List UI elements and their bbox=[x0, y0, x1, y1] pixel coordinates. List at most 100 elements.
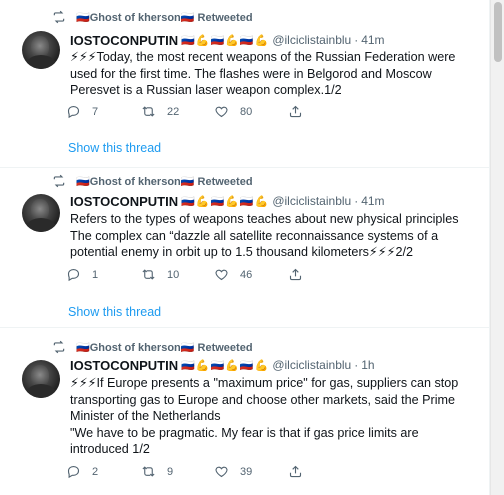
flag-emoji: 🇷🇺 bbox=[181, 359, 195, 372]
flag-emoji: 🇷🇺 bbox=[239, 195, 254, 208]
retweet-count: 9 bbox=[167, 465, 174, 478]
tweet-text-line: "We have to be pragmatic. My fear is tha… bbox=[70, 425, 419, 457]
like-count: 46 bbox=[240, 268, 253, 281]
reply-button[interactable]: 7 bbox=[66, 104, 98, 119]
retweet-icon bbox=[142, 269, 155, 280]
tweet[interactable]: 🇷🇺Ghost of kherson🇷🇺 Retweeted IOSTOCONP… bbox=[0, 168, 490, 328]
share-button[interactable] bbox=[288, 267, 314, 282]
tweet-text-line: Refers to the types of weapons teaches a… bbox=[70, 212, 459, 226]
retweet-count: 10 bbox=[167, 268, 180, 281]
flexed-bicep-emoji: 💪 bbox=[254, 34, 269, 47]
flag-emoji: 🇷🇺 bbox=[210, 195, 225, 208]
retweet-button[interactable]: 22 bbox=[141, 104, 179, 119]
tweet-text-line: ⚡⚡⚡Today, the most recent weapons of the… bbox=[70, 50, 456, 81]
heart-icon bbox=[215, 269, 228, 281]
retweet-context: 🇷🇺Ghost of kherson🇷🇺 Retweeted bbox=[52, 9, 253, 25]
heart-icon bbox=[215, 466, 228, 478]
share-button[interactable] bbox=[288, 104, 314, 119]
retweet-button[interactable]: 10 bbox=[141, 267, 179, 282]
show-this-thread-link[interactable]: Show this thread bbox=[68, 305, 161, 319]
separator-dot: · bbox=[354, 33, 359, 47]
timestamp[interactable]: 1h bbox=[361, 358, 374, 372]
avatar[interactable] bbox=[22, 194, 60, 232]
tweet-text-line: Peresvet is a Russian laser weapon compl… bbox=[70, 83, 342, 97]
flag-emoji: 🇷🇺 bbox=[210, 359, 225, 372]
reply-count: 2 bbox=[92, 465, 99, 478]
tweet-actions: 7 22 80 bbox=[66, 104, 386, 122]
like-button[interactable]: 39 bbox=[214, 464, 252, 479]
author-name[interactable]: IOSTOCONPUTIN bbox=[70, 194, 178, 209]
reply-button[interactable]: 1 bbox=[66, 267, 98, 282]
author-handle[interactable]: @ilciclistainblu bbox=[272, 33, 351, 47]
tweet[interactable]: 🇷🇺Ghost of kherson🇷🇺 Retweeted IOSTOCONP… bbox=[0, 0, 490, 168]
tweet-text: ⚡⚡⚡If Europe presents a "maximum price" … bbox=[70, 375, 478, 458]
reply-button[interactable]: 2 bbox=[66, 464, 98, 479]
flexed-bicep-emoji: 💪 bbox=[195, 359, 210, 372]
flexed-bicep-emoji: 💪 bbox=[225, 195, 239, 208]
show-this-thread-link[interactable]: Show this thread bbox=[68, 141, 161, 155]
heart-icon bbox=[215, 106, 228, 118]
avatar[interactable] bbox=[22, 31, 60, 69]
like-count: 80 bbox=[240, 105, 253, 118]
tweet-text-line: The complex can “dazzle all satellite re… bbox=[70, 228, 439, 260]
flag-emoji: 🇷🇺 bbox=[181, 34, 195, 47]
retweet-icon bbox=[142, 466, 155, 477]
like-button[interactable]: 46 bbox=[214, 267, 252, 282]
separator-dot: · bbox=[354, 194, 359, 208]
share-button[interactable] bbox=[288, 464, 314, 479]
share-icon bbox=[289, 465, 302, 478]
separator-dot: · bbox=[354, 358, 359, 372]
tweet-actions: 2 9 39 bbox=[66, 464, 386, 482]
flag-emoji: 🇷🇺 bbox=[210, 34, 225, 47]
reply-icon bbox=[67, 268, 80, 282]
scrollbar-thumb[interactable] bbox=[494, 2, 502, 62]
tweet-text: ⚡⚡⚡Today, the most recent weapons of the… bbox=[70, 49, 478, 99]
reply-count: 7 bbox=[92, 105, 99, 118]
reply-icon bbox=[67, 105, 80, 119]
retweet-icon bbox=[142, 106, 155, 117]
flexed-bicep-emoji: 💪 bbox=[254, 195, 269, 208]
flexed-bicep-emoji: 💪 bbox=[195, 195, 210, 208]
retweet-button[interactable]: 9 bbox=[141, 464, 173, 479]
flexed-bicep-emoji: 💪 bbox=[225, 34, 239, 47]
flag-emoji: 🇷🇺 bbox=[239, 359, 254, 372]
author-name[interactable]: IOSTOCONPUTIN bbox=[70, 33, 178, 48]
flag-emoji: 🇷🇺 bbox=[76, 341, 90, 354]
retweet-icon bbox=[53, 10, 65, 24]
retweet-icon bbox=[53, 174, 65, 188]
flag-emoji: 🇷🇺 bbox=[239, 34, 254, 47]
author-handle[interactable]: @ilciclistainblu bbox=[272, 194, 351, 208]
like-button[interactable]: 80 bbox=[214, 104, 252, 119]
retweeted-by-text[interactable]: 🇷🇺Ghost of kherson🇷🇺 Retweeted bbox=[76, 11, 253, 24]
flag-emoji: 🇷🇺 bbox=[181, 195, 195, 208]
retweet-context: 🇷🇺Ghost of kherson🇷🇺 Retweeted bbox=[52, 173, 253, 189]
author-name[interactable]: IOSTOCONPUTIN bbox=[70, 358, 178, 373]
reply-icon bbox=[67, 465, 80, 479]
tweet-header: IOSTOCONPUTIN 🇷🇺 💪 🇷🇺 💪 🇷🇺 💪 @ilciclista… bbox=[70, 31, 385, 49]
flexed-bicep-emoji: 💪 bbox=[254, 359, 269, 372]
retweet-context: 🇷🇺Ghost of kherson🇷🇺 Retweeted bbox=[52, 339, 253, 355]
reply-count: 1 bbox=[92, 268, 99, 281]
like-count: 39 bbox=[240, 465, 253, 478]
tweet-text-line: ⚡⚡⚡If Europe presents a "maximum price" … bbox=[70, 376, 459, 423]
tweet-text: Refers to the types of weapons teaches a… bbox=[70, 211, 478, 261]
timestamp[interactable]: 41m bbox=[361, 33, 384, 47]
scrollbar[interactable] bbox=[490, 0, 504, 495]
flag-emoji: 🇷🇺 bbox=[76, 175, 90, 188]
avatar[interactable] bbox=[22, 360, 60, 398]
share-icon bbox=[289, 105, 302, 118]
flexed-bicep-emoji: 💪 bbox=[225, 359, 239, 372]
retweeted-by-text[interactable]: 🇷🇺Ghost of kherson🇷🇺 Retweeted bbox=[76, 175, 253, 188]
tweet-header: IOSTOCONPUTIN 🇷🇺 💪 🇷🇺 💪 🇷🇺 💪 @ilciclista… bbox=[70, 356, 375, 374]
retweet-icon bbox=[53, 340, 65, 354]
tweet[interactable]: 🇷🇺Ghost of kherson🇷🇺 Retweeted IOSTOCONP… bbox=[0, 328, 490, 495]
flag-emoji: 🇷🇺 bbox=[76, 11, 90, 24]
timestamp[interactable]: 41m bbox=[361, 194, 384, 208]
timeline-feed: 🇷🇺Ghost of kherson🇷🇺 Retweeted IOSTOCONP… bbox=[0, 0, 490, 495]
tweet-actions: 1 10 46 bbox=[66, 267, 386, 285]
retweeted-by-text[interactable]: 🇷🇺Ghost of kherson🇷🇺 Retweeted bbox=[76, 341, 253, 354]
flexed-bicep-emoji: 💪 bbox=[195, 34, 210, 47]
share-icon bbox=[289, 268, 302, 281]
author-handle[interactable]: @ilciclistainblu bbox=[272, 358, 351, 372]
tweet-header: IOSTOCONPUTIN 🇷🇺 💪 🇷🇺 💪 🇷🇺 💪 @ilciclista… bbox=[70, 192, 385, 210]
